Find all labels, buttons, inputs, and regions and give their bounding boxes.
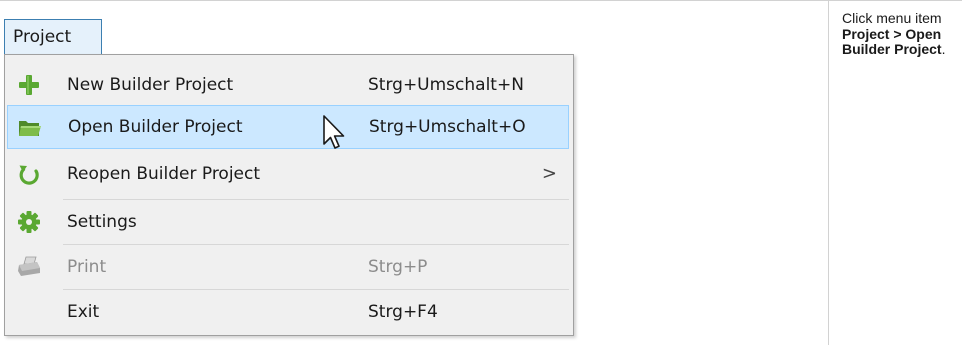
menu-item-settings[interactable]: Settings — [5, 200, 573, 244]
reopen-arrow-icon — [17, 162, 41, 186]
menu-item-shortcut: Strg+P — [368, 257, 428, 277]
printer-icon — [17, 255, 41, 279]
menu-item-shortcut: Strg+F4 — [368, 302, 438, 322]
menu-item-label: Print — [67, 257, 107, 277]
menu-item-label: Open Builder Project — [68, 117, 243, 137]
instruction-text: Click menu item Project > Open Builder P… — [842, 10, 954, 58]
gear-icon — [17, 210, 41, 234]
menu-item-reopen-builder-project[interactable]: Reopen Builder Project > — [5, 152, 573, 196]
menu-item-label: New Builder Project — [67, 75, 234, 95]
table-column-divider — [828, 0, 829, 345]
instruction-suffix: . — [941, 41, 946, 57]
menu-item-new-builder-project[interactable]: New Builder Project Strg+Umschalt+N — [5, 63, 573, 107]
project-dropdown-menu: New Builder Project Strg+Umschalt+N Open… — [4, 54, 574, 336]
menu-item-shortcut: Strg+Umschalt+N — [368, 75, 524, 95]
menu-item-exit[interactable]: Exit Strg+F4 — [5, 290, 573, 334]
menu-item-shortcut: Strg+Umschalt+O — [369, 117, 526, 137]
instruction-prefix: Click menu item — [842, 10, 942, 26]
menu-project-label: Project — [13, 27, 72, 47]
mouse-pointer-icon — [322, 114, 348, 156]
menu-item-label: Settings — [67, 212, 137, 232]
plus-icon — [17, 73, 41, 97]
menu-item-label: Reopen Builder Project — [67, 164, 261, 184]
menu-item-label: Exit — [67, 302, 100, 322]
screenshot-panel: Project New Builder Project Strg+Umschal… — [0, 1, 828, 345]
folder-open-icon — [18, 115, 42, 139]
instruction-bold-path: Project > Open Builder Project — [842, 25, 942, 57]
menu-item-print[interactable]: Print Strg+P — [5, 245, 573, 289]
menu-item-open-builder-project[interactable]: Open Builder Project Strg+Umschalt+O — [7, 105, 569, 149]
menu-project[interactable]: Project — [4, 19, 102, 55]
submenu-arrow-icon: > — [541, 163, 557, 184]
